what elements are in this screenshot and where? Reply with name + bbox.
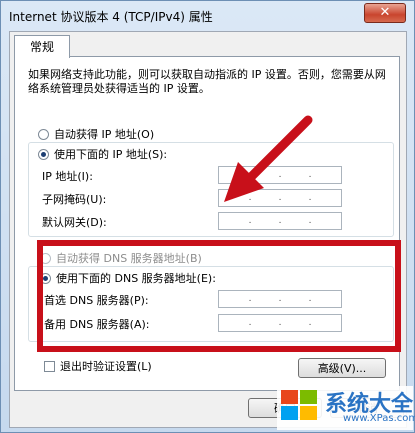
manual-ip-label: 使用下面的 IP 地址(S):	[54, 148, 168, 161]
tab-general[interactable]: 常规	[14, 35, 70, 58]
windows-logo-icon	[281, 390, 317, 420]
validate-label: 退出时验证设置(L)	[60, 360, 152, 373]
site-watermark: 系统大全 www.XPas.com	[277, 386, 415, 430]
title-bar[interactable]: Internet 协议版本 4 (TCP/IPv4) 属性 ✕	[1, 1, 414, 31]
advanced-button[interactable]: 高级(V)...	[298, 358, 386, 378]
red-arrow-icon	[224, 115, 313, 202]
ip-address-label: IP 地址(I):	[42, 170, 93, 183]
radio-icon	[38, 128, 49, 140]
gateway-input[interactable]: ...	[218, 212, 342, 230]
auto-ip-label: 自动获得 IP 地址(O)	[54, 128, 155, 141]
description-text: 如果网络支持此功能，则可以获取自动指派的 IP 设置。否则，您需要从网络系统管理…	[28, 68, 386, 95]
radio-selected-icon	[38, 148, 49, 160]
close-icon: ✕	[379, 5, 391, 20]
highlight-box	[37, 240, 401, 352]
close-button[interactable]: ✕	[364, 3, 406, 23]
validate-checkbox[interactable]: 退出时验证设置(L)	[44, 358, 152, 374]
window-title: Internet 协议版本 4 (TCP/IPv4) 属性	[9, 10, 213, 24]
subnet-mask-label: 子网掩码(U):	[42, 193, 107, 206]
gateway-label: 默认网关(D):	[42, 216, 107, 229]
radio-manual-ip[interactable]: 使用下面的 IP 地址(S):	[38, 146, 167, 162]
watermark-url: www.XPas.com	[343, 413, 415, 424]
checkbox-icon	[44, 360, 55, 372]
radio-auto-ip[interactable]: 自动获得 IP 地址(O)	[38, 126, 154, 142]
